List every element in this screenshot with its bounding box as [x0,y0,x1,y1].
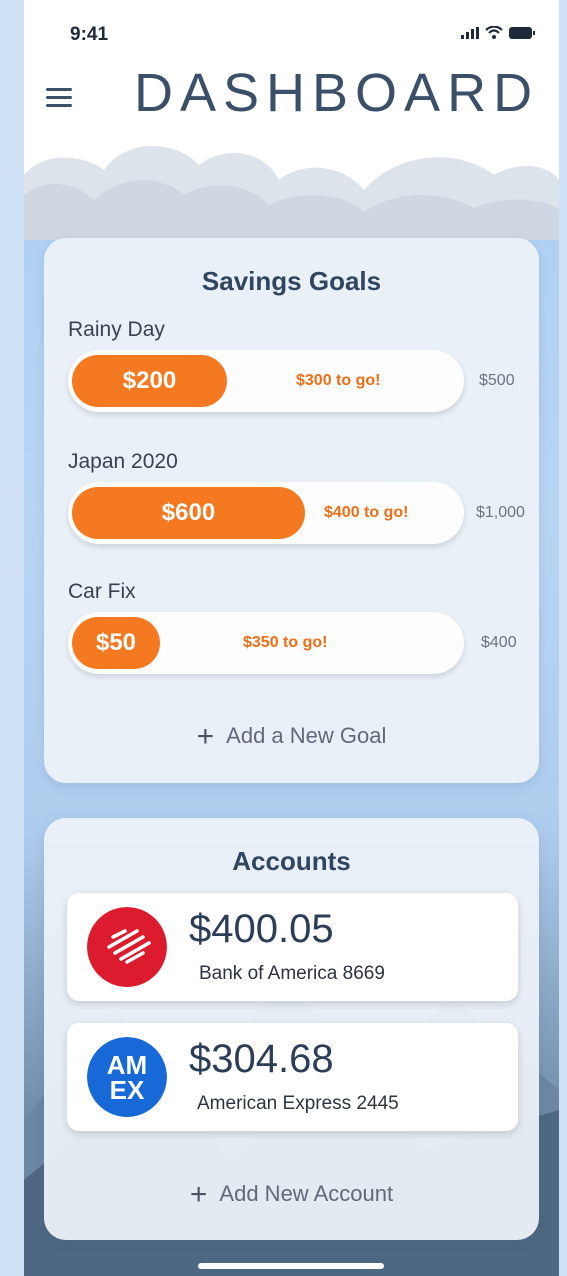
status-bar: 9:41 [24,18,559,48]
account-balance: $400.05 [189,907,334,951]
goal-label: Japan 2020 [68,450,178,473]
goal-remaining: $300 to go! [296,372,381,389]
plus-icon: + [189,1178,208,1211]
account-item-american-express[interactable]: AM EX $304.68 American Express 2445 [67,1023,518,1131]
add-goal-label: Add a New Goal [226,723,387,748]
amex-logo: AM EX [87,1037,167,1117]
page-title: DASHBOARD [134,63,540,123]
header-clouds [24,146,559,240]
goal-remaining: $400 to go! [324,504,409,521]
plus-icon: + [196,720,215,753]
bank-of-america-logo [87,907,167,987]
amex-logo-text-bottom: EX [110,1075,145,1105]
account-balance: $304.68 [189,1037,334,1081]
goal-saved-fill: $50 [72,617,160,669]
status-icons [461,26,535,39]
goal-progress-bar[interactable]: $50 $350 to go! [68,612,464,674]
goal-remaining: $350 to go! [243,634,328,651]
phone-screen: 9:41 DASHBOARD Savings Goals Rainy Day $… [24,0,559,1276]
goal-progress-bar[interactable]: $200 $300 to go! [68,350,464,412]
home-indicator[interactable] [198,1263,384,1269]
goal-label: Rainy Day [68,318,165,341]
savings-goals-heading: Savings Goals [201,266,382,296]
add-account-button[interactable]: + Add New Account [44,1178,539,1212]
status-time: 9:41 [70,24,109,45]
add-goal-button[interactable]: + Add a New Goal [44,720,539,754]
accounts-heading: Accounts [232,846,351,876]
goal-progress-bar[interactable]: $600 $400 to go! [68,482,464,544]
add-account-label: Add New Account [219,1181,394,1206]
goal-saved-fill: $200 [72,355,227,407]
signal-icon [461,26,479,39]
goal-saved-fill: $600 [72,487,305,539]
menu-icon[interactable] [46,88,72,110]
goal-target: $400 [481,634,517,651]
wifi-icon [485,26,503,39]
accounts-card: Accounts $400.05 Bank of America 8669 AM… [44,818,539,1240]
goal-label: Car Fix [68,580,136,603]
goal-target: $1,000 [476,504,525,521]
account-name: Bank of America 8669 [199,963,385,984]
goal-target: $500 [479,372,515,389]
savings-goals-card: Savings Goals Rainy Day $200 $300 to go!… [44,238,539,783]
account-item-bank-of-america[interactable]: $400.05 Bank of America 8669 [67,893,518,1001]
battery-icon [509,26,535,39]
account-name: American Express 2445 [197,1093,399,1114]
